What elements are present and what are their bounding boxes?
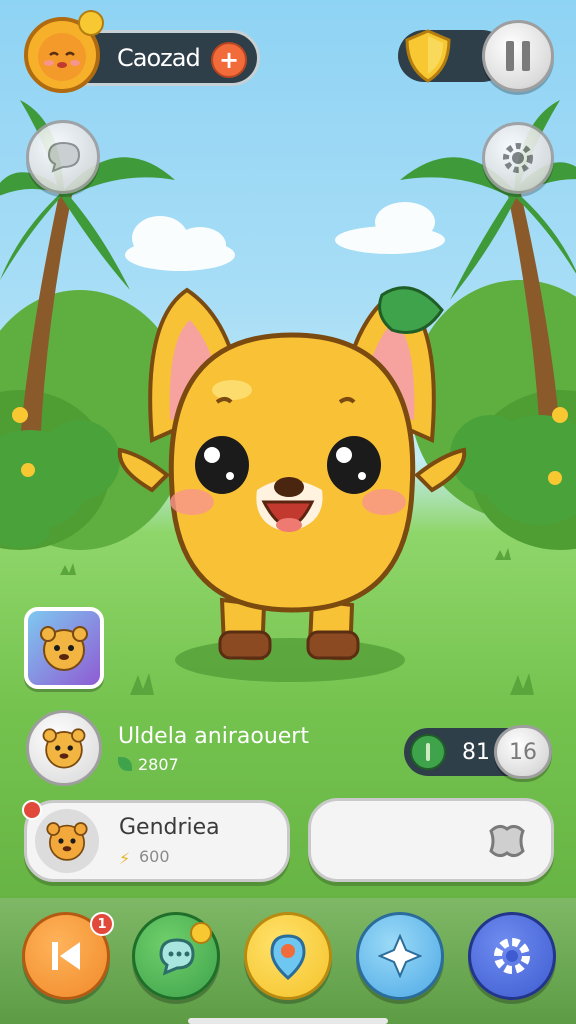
add-button[interactable]: + [211, 42, 247, 78]
location-pin-icon [270, 934, 306, 980]
energy-icon [410, 734, 446, 770]
nav-settings-button[interactable] [468, 912, 556, 1000]
energy-value: 81 [462, 739, 490, 765]
lightning-icon: ⚡ [119, 849, 131, 868]
chat-bubble-icon [159, 938, 195, 976]
pet-face-icon [38, 33, 86, 81]
pet-info-avatar[interactable] [26, 710, 102, 786]
gear-icon [494, 938, 530, 974]
pause-icon [506, 41, 530, 71]
pause-button[interactable] [482, 20, 554, 92]
nav-notification-badge: 1 [90, 912, 114, 936]
count-badge[interactable]: 16 [494, 725, 552, 779]
card-value: 600 [139, 847, 170, 866]
nav-map-button[interactable] [244, 912, 332, 1000]
card-panel[interactable]: Gendriea ⚡ 600 [24, 800, 290, 882]
pet-card-thumbnail[interactable] [24, 607, 104, 689]
bear-face-icon [42, 728, 86, 769]
coin-icon [78, 10, 104, 36]
card-title: Gendriea [119, 815, 220, 840]
skip-back-icon [52, 942, 80, 970]
nav-coin-badge [190, 922, 212, 944]
empty-slot-panel[interactable] [308, 798, 554, 882]
game-scene: Caozad + Uldela aniraouert 2807 81 16 Ge… [0, 0, 576, 1024]
pet-character[interactable] [112, 280, 472, 670]
chat-bubble-icon [47, 141, 81, 173]
card-notification-dot [22, 800, 42, 820]
home-indicator [188, 1018, 388, 1024]
pet-portrait-icon [40, 626, 88, 671]
pet-info-value: 2807 [138, 755, 179, 774]
profile-name: Caozad [117, 44, 201, 72]
settings-button[interactable] [482, 122, 554, 194]
shield-icon[interactable] [403, 28, 453, 84]
count-value: 16 [509, 739, 537, 765]
pet-info-title: Uldela aniraouert [118, 724, 309, 749]
star-sparkle-icon [378, 934, 422, 978]
nav-tools-button[interactable] [356, 912, 444, 1000]
plus-icon: + [218, 46, 240, 74]
chat-button[interactable] [26, 120, 100, 194]
nav-badge-count: 1 [97, 916, 107, 932]
bear-face-icon [46, 822, 88, 861]
puzzle-icon [489, 824, 525, 858]
gear-icon [503, 143, 533, 173]
card-avatar [35, 809, 99, 873]
